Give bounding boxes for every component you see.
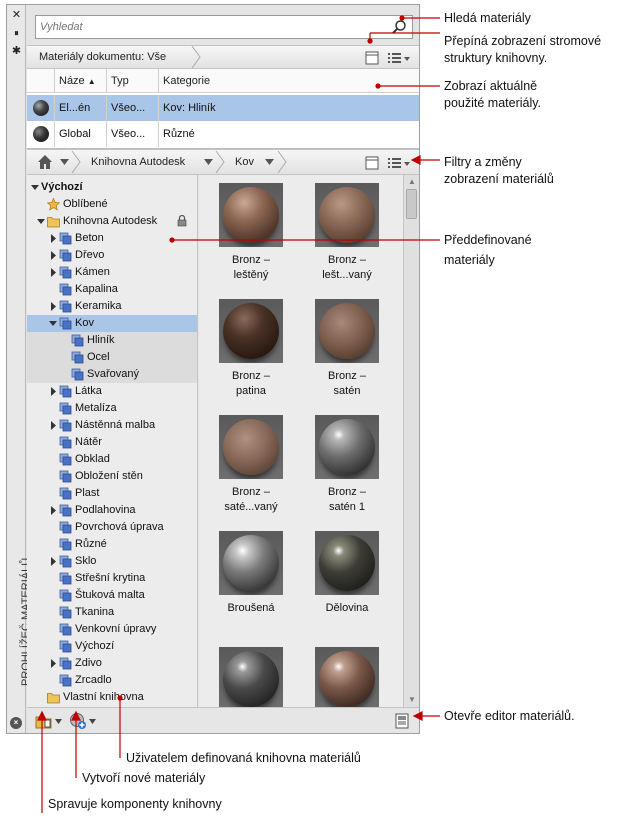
callout-predefined-line1: Předdefinované xyxy=(444,233,532,247)
callout-toggle-line1: Přepíná zobrazení stromové xyxy=(444,34,602,48)
callout-current-line1: Zobrazí aktuálně xyxy=(444,79,538,93)
callout-create-material: Vytvoří nové materiály xyxy=(82,771,206,785)
callout-user-library: Uživatelem definovaná knihovna materiálů xyxy=(126,751,361,765)
callout-predefined-line2: materiály xyxy=(444,253,495,267)
callout-lines xyxy=(37,15,440,813)
callout-editor: Otevře editor materiálů. xyxy=(444,709,575,723)
callout-manage-library: Spravuje komponenty knihovny xyxy=(48,797,222,811)
callout-filters-line1: Filtry a změny xyxy=(444,155,522,169)
callout-current-line2: použité materiály. xyxy=(444,96,542,110)
callout-toggle-line2: struktury knihovny. xyxy=(444,51,548,65)
callout-filters-line2: zobrazení materiálů xyxy=(444,172,554,186)
callout-search: Hledá materiály xyxy=(444,11,531,25)
